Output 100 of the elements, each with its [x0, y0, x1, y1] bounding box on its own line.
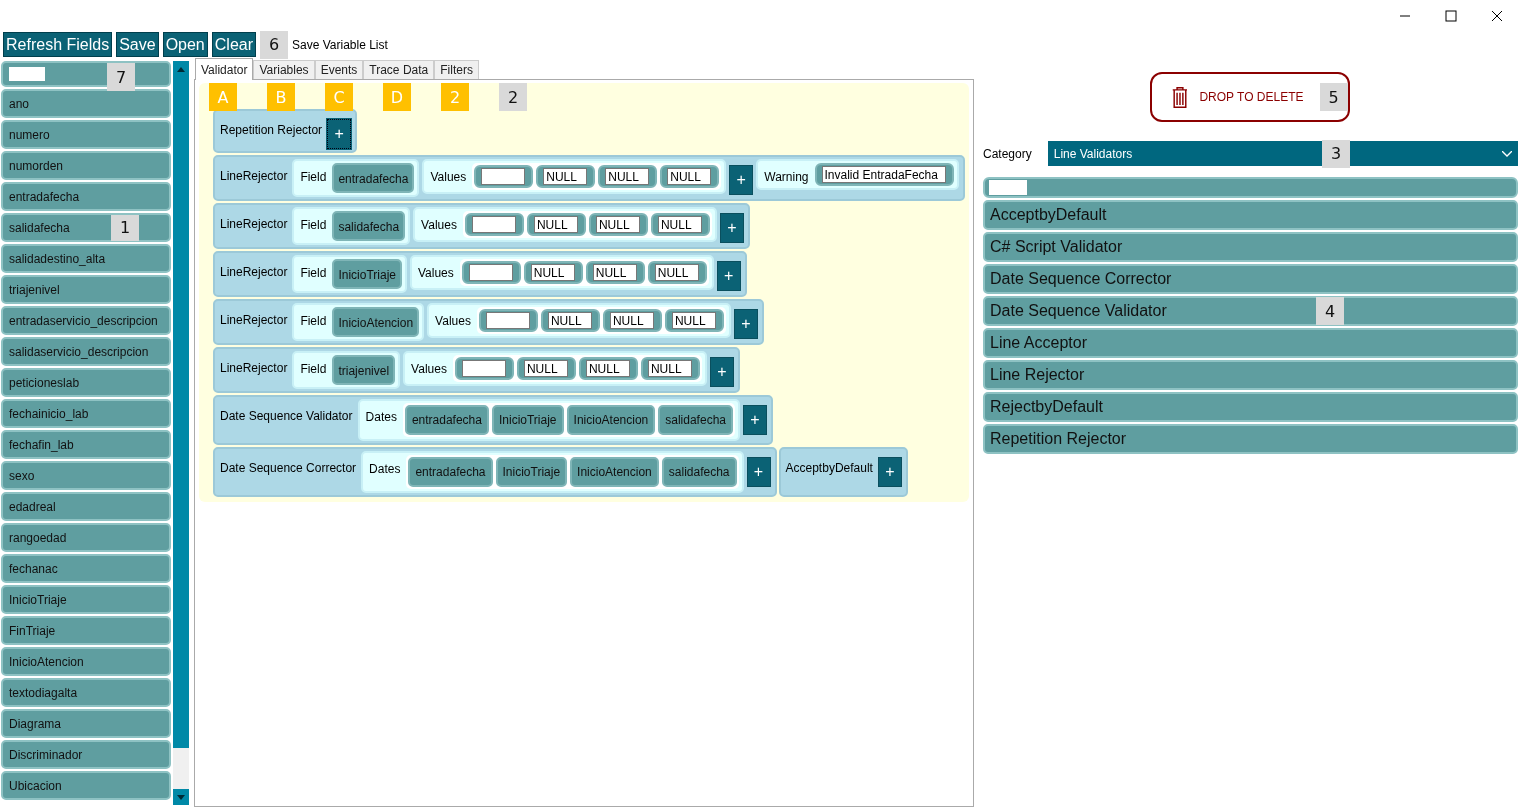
value-field[interactable]: NULL	[540, 309, 600, 332]
field-item[interactable]: fechafin_lab	[1, 430, 171, 459]
field-chip[interactable]: InicioTriaje	[491, 405, 564, 435]
tab[interactable]: Variables	[253, 60, 315, 79]
value-field[interactable]: NULL	[585, 261, 645, 284]
add-button[interactable]: +	[716, 261, 741, 291]
field-item[interactable]: fechanac	[1, 554, 171, 583]
annotation-badge: 2	[499, 83, 527, 111]
toolbar-button[interactable]: Open	[162, 32, 208, 57]
validator-type-item[interactable]: Line Rejector	[983, 360, 1518, 390]
add-button[interactable]: +	[877, 457, 902, 487]
field-item[interactable]: numorden	[1, 151, 171, 180]
field-item[interactable]: rangoedad	[1, 523, 171, 552]
drop-zone[interactable]: DROP TO DELETE 5	[1149, 72, 1350, 122]
option-label: Save Variable List	[292, 37, 388, 52]
section-label: Values	[435, 313, 471, 328]
value-field[interactable]: NULL	[660, 165, 720, 188]
value-field[interactable]: NULL	[640, 357, 700, 380]
field-item[interactable]: textodiagalta	[1, 678, 171, 707]
section-label: Values	[417, 265, 454, 280]
field-item[interactable]: InicioTriaje	[1, 585, 171, 614]
field-item[interactable]: fechainicio_lab	[1, 399, 171, 428]
field-item[interactable]: sexo	[1, 461, 171, 490]
field-chip[interactable]: triajenivel	[332, 355, 396, 385]
field-item[interactable]: Discriminador	[1, 740, 171, 769]
validator-type-item[interactable]: C# Script Validator	[983, 232, 1518, 262]
value-field[interactable]: NULL	[650, 213, 710, 236]
field-item[interactable]: peticioneslab	[1, 368, 171, 397]
section-label: Values	[411, 361, 447, 376]
field-chip[interactable]: entradafecha	[404, 405, 489, 435]
warning-field[interactable]: Invalid EntradaFecha	[814, 163, 954, 186]
block-title: Date Sequence Validator	[220, 408, 353, 423]
annotation-badge: B	[267, 83, 295, 111]
annotation-badge: C	[325, 83, 353, 111]
value-field[interactable]: NULL	[516, 357, 576, 380]
field-chip[interactable]: salidafecha	[332, 211, 406, 241]
field-item[interactable]: triajenivel	[1, 275, 171, 304]
block-title: LineRejector	[220, 264, 288, 279]
value-field[interactable]: NULL	[664, 309, 724, 332]
field-item[interactable]: salidafecha 1	[1, 213, 171, 242]
validator-type-item[interactable]: RejectbyDefault	[983, 392, 1518, 422]
value-field[interactable]: NULL	[602, 309, 662, 332]
tab[interactable]: Events	[314, 60, 364, 79]
value-field[interactable]: NULL	[536, 165, 596, 188]
add-button[interactable]: +	[327, 119, 352, 149]
value-field[interactable]: NULL	[578, 357, 638, 380]
add-button[interactable]: +	[729, 165, 754, 195]
block-title: LineRejector	[220, 312, 288, 327]
add-button[interactable]: +	[709, 357, 734, 387]
field-chip[interactable]: entradafecha	[332, 163, 415, 193]
field-item[interactable]: InicioAtencion	[1, 647, 171, 676]
add-button[interactable]: +	[743, 405, 767, 435]
value-field[interactable]: NULL	[588, 213, 648, 236]
validator-type-item[interactable]: Line Acceptor	[983, 328, 1518, 358]
value-field[interactable]: NULL	[523, 261, 583, 284]
field-chip[interactable]: salidafecha	[658, 405, 733, 435]
add-button[interactable]: +	[746, 457, 771, 487]
field-chip[interactable]: salidafecha	[661, 457, 737, 487]
section-label: Field	[300, 169, 327, 184]
block-title: LineRejector	[220, 216, 288, 231]
section-label: Warning	[764, 169, 809, 184]
value-field[interactable]: NULL	[598, 165, 658, 188]
validator-type-item[interactable]: Date Sequence Validator 4	[983, 296, 1518, 326]
toolbar-button[interactable]: Clear	[211, 32, 256, 57]
field-item[interactable]: edadreal	[1, 492, 171, 521]
add-button[interactable]: +	[733, 309, 758, 339]
block-title: LineRejector	[220, 168, 288, 183]
field-item[interactable]: salidaservicio_descripcion	[1, 337, 171, 366]
section-label: Field	[300, 265, 327, 280]
value-field[interactable]: NULL	[526, 213, 586, 236]
add-button[interactable]: +	[719, 213, 744, 243]
section-label: Field	[300, 361, 327, 376]
value-field[interactable]: NULL	[647, 261, 707, 284]
field-chip[interactable]: InicioTriaje	[332, 259, 402, 289]
annotation-badge: 4	[1316, 297, 1344, 325]
field-item[interactable]: entradafecha	[1, 182, 171, 211]
drop-label: DROP TO DELETE	[1199, 90, 1304, 104]
field-chip[interactable]: entradafecha	[408, 457, 493, 487]
toolbar-button[interactable]: Refresh Fields	[3, 32, 113, 57]
field-chip[interactable]: InicioAtencion	[570, 457, 659, 487]
field-item[interactable]: numero	[1, 120, 171, 149]
field-chip[interactable]: InicioAtencion	[332, 307, 420, 337]
category-dropdown[interactable]: Line Validators 3	[1047, 141, 1518, 166]
field-chip[interactable]: InicioAtencion	[566, 405, 656, 435]
field-item[interactable]: ano	[1, 89, 171, 118]
tab[interactable]: Filters	[434, 60, 479, 79]
validator-type-item[interactable]: Repetition Rejector	[983, 424, 1518, 454]
tab[interactable]: Validator	[195, 58, 254, 80]
validator-type-item[interactable]: Date Sequence Corrector	[983, 264, 1518, 294]
field-item[interactable]: FinTriaje	[1, 616, 171, 645]
tab[interactable]: Trace Data	[363, 60, 435, 79]
section-label: Values	[430, 169, 467, 184]
field-chip[interactable]: InicioTriaje	[495, 457, 568, 487]
validator-type-item[interactable]: AcceptbyDefault	[983, 200, 1518, 230]
toolbar-button[interactable]: Save	[116, 32, 159, 57]
field-item[interactable]: salidadestino_alta	[1, 244, 171, 273]
field-item[interactable]: entradaservicio_descripcion	[1, 306, 171, 335]
field-item[interactable]: Ubicacion	[1, 771, 171, 800]
annotation-badge: D	[383, 83, 411, 111]
field-item[interactable]: Diagrama	[1, 709, 171, 738]
